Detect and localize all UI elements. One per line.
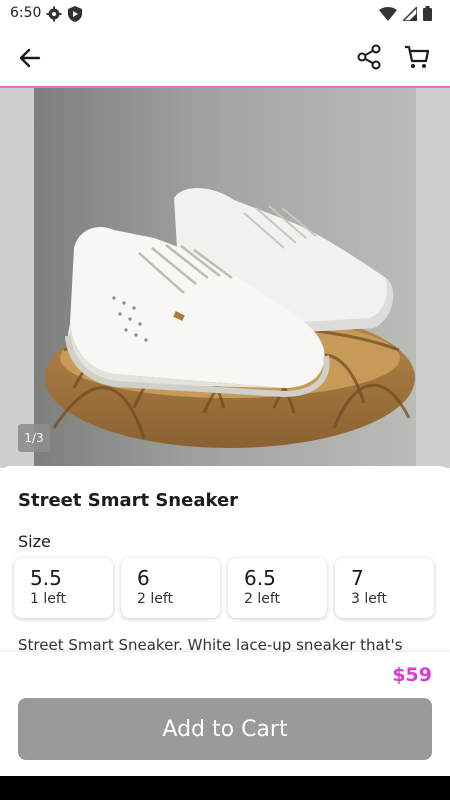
shield-icon [68,6,82,22]
status-bar: 6:50 [0,0,450,28]
image-page-indicator: 1/3 [18,424,50,452]
size-stock: 2 left [244,591,281,607]
product-details-sheet: Street Smart Sneaker Size 5.5 1 left 6 2… [0,466,450,654]
product-price: $59 [392,664,432,686]
status-right-icons [379,6,432,21]
size-stock: 3 left [351,591,388,607]
add-to-cart-button[interactable]: Add to Cart [18,698,432,760]
checkout-panel: $59 Add to Cart [0,652,450,776]
size-label: Size [18,532,51,551]
status-time: 6:50 [10,5,42,21]
signal-icon [403,6,417,21]
system-navigation-bar [0,776,450,800]
size-option[interactable]: 7 3 left [335,558,434,618]
size-option[interactable]: 5.5 1 left [14,558,113,618]
cart-icon [405,45,430,68]
size-option[interactable]: 6.5 2 left [228,558,327,618]
size-option[interactable]: 6 2 left [121,558,220,618]
arrow-left-icon [19,48,41,68]
product-image-gallery[interactable]: 1/3 [0,88,450,468]
share-icon [357,44,381,70]
wifi-icon [379,6,397,21]
share-button[interactable] [354,42,384,72]
gear-icon [46,6,62,22]
size-stock: 1 left [30,591,67,607]
size-stock: 2 left [137,591,174,607]
battery-icon [423,6,432,21]
size-options[interactable]: 5.5 1 left 6 2 left 6.5 2 left 7 3 left [14,558,450,618]
app-bar [0,28,450,86]
product-title: Street Smart Sneaker [18,490,239,511]
cart-button[interactable] [402,42,432,72]
size-value: 7 [351,566,364,590]
size-value: 6.5 [244,566,276,590]
back-button[interactable] [16,44,44,72]
status-left-icons [46,6,82,22]
product-photo [34,88,416,468]
size-value: 5.5 [30,566,62,590]
size-value: 6 [137,566,150,590]
